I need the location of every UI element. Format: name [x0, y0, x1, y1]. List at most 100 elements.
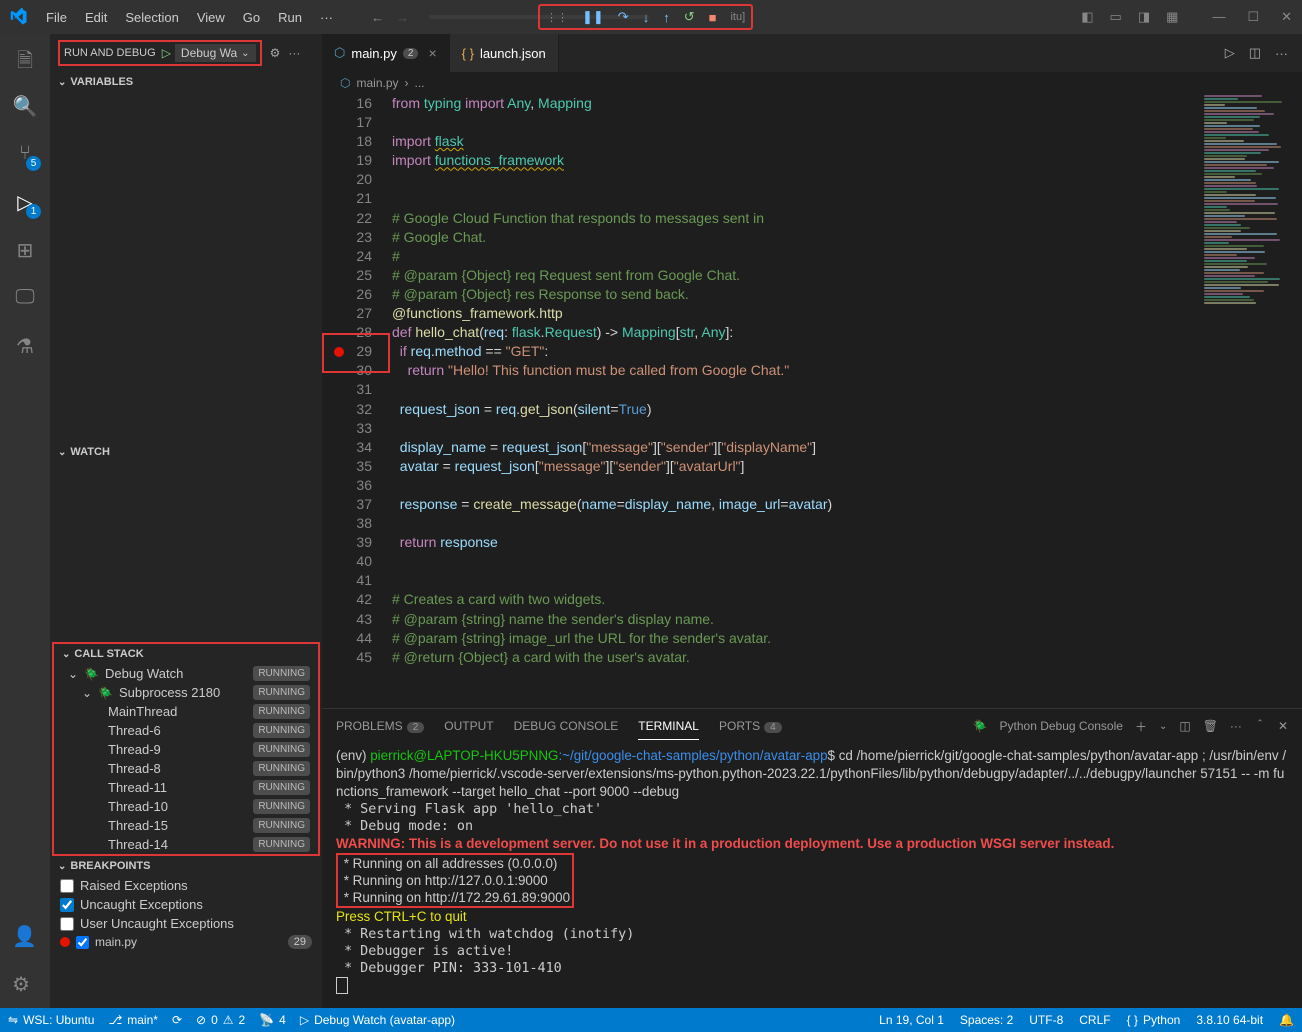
dropdown-icon[interactable]: ⌄ [1159, 721, 1167, 732]
run-icon[interactable]: ▷ [1225, 45, 1235, 61]
menu-run[interactable]: Run [270, 6, 310, 29]
layout-icon[interactable]: ◧ [1081, 9, 1093, 25]
callstack-subprocess[interactable]: ⌄🪲Subprocess 2180 RUNNING [54, 683, 318, 702]
bug-icon: 🪲 [84, 667, 99, 681]
menu-edit[interactable]: Edit [77, 6, 115, 29]
terminal-title[interactable]: Python Debug Console [1000, 719, 1123, 733]
layout-icon[interactable]: ◨ [1138, 9, 1150, 25]
terminal[interactable]: (env) pierrick@LAPTOP-HKU5PNNG:~/git/goo… [322, 743, 1302, 1008]
settings-gear-icon[interactable]: ⚙ [12, 972, 38, 998]
remote-explorer-icon[interactable]: 🖵 [12, 286, 38, 312]
menu-···[interactable]: ··· [312, 6, 341, 29]
split-editor-icon[interactable]: ◫ [1249, 45, 1261, 61]
thread-row[interactable]: Thread-11RUNNING [54, 778, 318, 797]
pause-icon[interactable]: ❚❚ [582, 9, 604, 25]
notifications-icon[interactable]: 🔔 [1279, 1013, 1294, 1027]
breakpoint-file[interactable]: main.py 29 [50, 933, 322, 951]
restart-icon[interactable]: ↺ [684, 9, 695, 25]
maximize-panel-icon[interactable]: ＾ [1254, 718, 1266, 735]
thread-row[interactable]: Thread-15RUNNING [54, 816, 318, 835]
python-interpreter[interactable]: 3.8.10 64-bit [1196, 1013, 1263, 1027]
tab-launch.json[interactable]: { }launch.json [450, 34, 559, 72]
editor-actions: ▷ ◫ ··· [1225, 34, 1302, 72]
debug-status[interactable]: ▷Debug Watch (avatar-app) [300, 1013, 455, 1027]
start-debug-icon[interactable]: ▷ [162, 46, 171, 60]
explorer-icon[interactable]: 🗎 [12, 46, 38, 72]
breakpoint-option[interactable]: Uncaught Exceptions [50, 895, 322, 914]
indentation[interactable]: Spaces: 2 [960, 1013, 1013, 1027]
line-highlight [322, 333, 390, 373]
drag-handle-icon[interactable]: ⋮⋮ [546, 11, 568, 24]
more-icon[interactable]: ··· [288, 46, 300, 60]
split-terminal-icon[interactable]: ◫ [1179, 719, 1190, 733]
panel-tab-ports[interactable]: PORTS4 [719, 713, 782, 739]
step-out-icon[interactable]: ↑ [663, 10, 670, 25]
run-debug-icon[interactable]: ▷1 [12, 190, 38, 216]
callstack-session[interactable]: ⌄🪲Debug Watch RUNNING [54, 664, 318, 683]
thread-row[interactable]: Thread-9RUNNING [54, 740, 318, 759]
panel-tab-terminal[interactable]: TERMINAL [638, 713, 699, 740]
testing-icon[interactable]: ⚗ [12, 334, 38, 360]
panel-tab-debug console[interactable]: DEBUG CONSOLE [514, 713, 619, 739]
extensions-icon[interactable]: ⊞ [12, 238, 38, 264]
problems-status[interactable]: ⊘0⚠2 [196, 1013, 245, 1027]
step-into-icon[interactable]: ↓ [643, 10, 650, 25]
breakpoint-checkbox[interactable] [60, 917, 74, 931]
accounts-icon[interactable]: 👤 [12, 924, 38, 950]
gear-icon[interactable]: ⚙ [270, 46, 281, 60]
menu-selection[interactable]: Selection [117, 6, 186, 29]
source-control-icon[interactable]: ⑂5 [12, 142, 38, 168]
nav-fwd-icon[interactable]: → [396, 10, 409, 25]
layout-icon[interactable]: ▭ [1110, 9, 1122, 25]
breakpoint-option[interactable]: Raised Exceptions [50, 876, 322, 895]
menu-view[interactable]: View [189, 6, 233, 29]
callstack-header[interactable]: ⌄CALL STACK [54, 644, 318, 664]
breakpoint-checkbox[interactable] [60, 898, 74, 912]
menu-go[interactable]: Go [235, 6, 268, 29]
code-editor[interactable]: from typing import Any, Mapping import f… [392, 94, 1198, 708]
thread-row[interactable]: MainThreadRUNNING [54, 702, 318, 721]
search-icon[interactable]: 🔍 [12, 94, 38, 120]
close-window-icon[interactable]: ✕ [1281, 9, 1292, 25]
line-gutter[interactable]: 1617181920212223242526272829303132333435… [322, 94, 392, 708]
layout-icon[interactable]: ▦ [1166, 9, 1178, 25]
ports-status[interactable]: 📡4 [259, 1013, 286, 1027]
remote-indicator[interactable]: ⇋WSL: Ubuntu [8, 1013, 94, 1027]
breakpoint-toggle[interactable] [76, 936, 89, 949]
more-icon[interactable]: ··· [1230, 719, 1242, 733]
encoding[interactable]: UTF-8 [1029, 1013, 1063, 1027]
step-over-icon[interactable]: ↷ [618, 9, 629, 25]
variables-header[interactable]: ⌄VARIABLES [50, 72, 322, 92]
minimize-icon[interactable]: — [1212, 9, 1225, 25]
breakpoint-checkbox[interactable] [60, 879, 74, 893]
thread-row[interactable]: Thread-6RUNNING [54, 721, 318, 740]
breadcrumb[interactable]: ⬡main.py›... [322, 72, 1302, 94]
maximize-icon[interactable]: ☐ [1247, 9, 1259, 25]
watch-header[interactable]: ⌄WATCH [50, 442, 322, 462]
language-mode[interactable]: { }Python [1127, 1013, 1181, 1027]
nav-back-icon[interactable]: ← [371, 10, 384, 25]
tab-main.py[interactable]: ⬡main.py2× [322, 34, 450, 72]
thread-row[interactable]: Thread-8RUNNING [54, 759, 318, 778]
menu-file[interactable]: File [38, 6, 75, 29]
stop-icon[interactable]: ■ [709, 10, 717, 25]
debug-config-select[interactable]: Debug Wa⌄ [175, 44, 256, 62]
minimap[interactable] [1198, 94, 1302, 708]
kill-terminal-icon[interactable]: 🗑 [1203, 719, 1218, 733]
activity-bar: 🗎 🔍 ⑂5 ▷1 ⊞ 🖵 ⚗ 👤 ⚙ [0, 34, 50, 1008]
eol[interactable]: CRLF [1079, 1013, 1110, 1027]
cursor-position[interactable]: Ln 19, Col 1 [879, 1013, 944, 1027]
close-panel-icon[interactable]: ✕ [1278, 719, 1288, 733]
editor-tabs: ⬡main.py2×{ }launch.json ▷ ◫ ··· [322, 34, 1302, 72]
sync-button[interactable]: ⟳ [172, 1013, 182, 1027]
git-branch[interactable]: ⎇main* [108, 1013, 158, 1027]
breakpoints-header[interactable]: ⌄BREAKPOINTS [50, 856, 322, 876]
new-terminal-icon[interactable]: ＋ [1135, 718, 1147, 735]
thread-row[interactable]: Thread-14RUNNING [54, 835, 318, 854]
breakpoint-option[interactable]: User Uncaught Exceptions [50, 914, 322, 933]
close-tab-icon[interactable]: × [428, 45, 436, 61]
panel-tab-output[interactable]: OUTPUT [444, 713, 493, 739]
thread-row[interactable]: Thread-10RUNNING [54, 797, 318, 816]
more-icon[interactable]: ··· [1275, 46, 1288, 61]
panel-tab-problems[interactable]: PROBLEMS2 [336, 713, 424, 739]
